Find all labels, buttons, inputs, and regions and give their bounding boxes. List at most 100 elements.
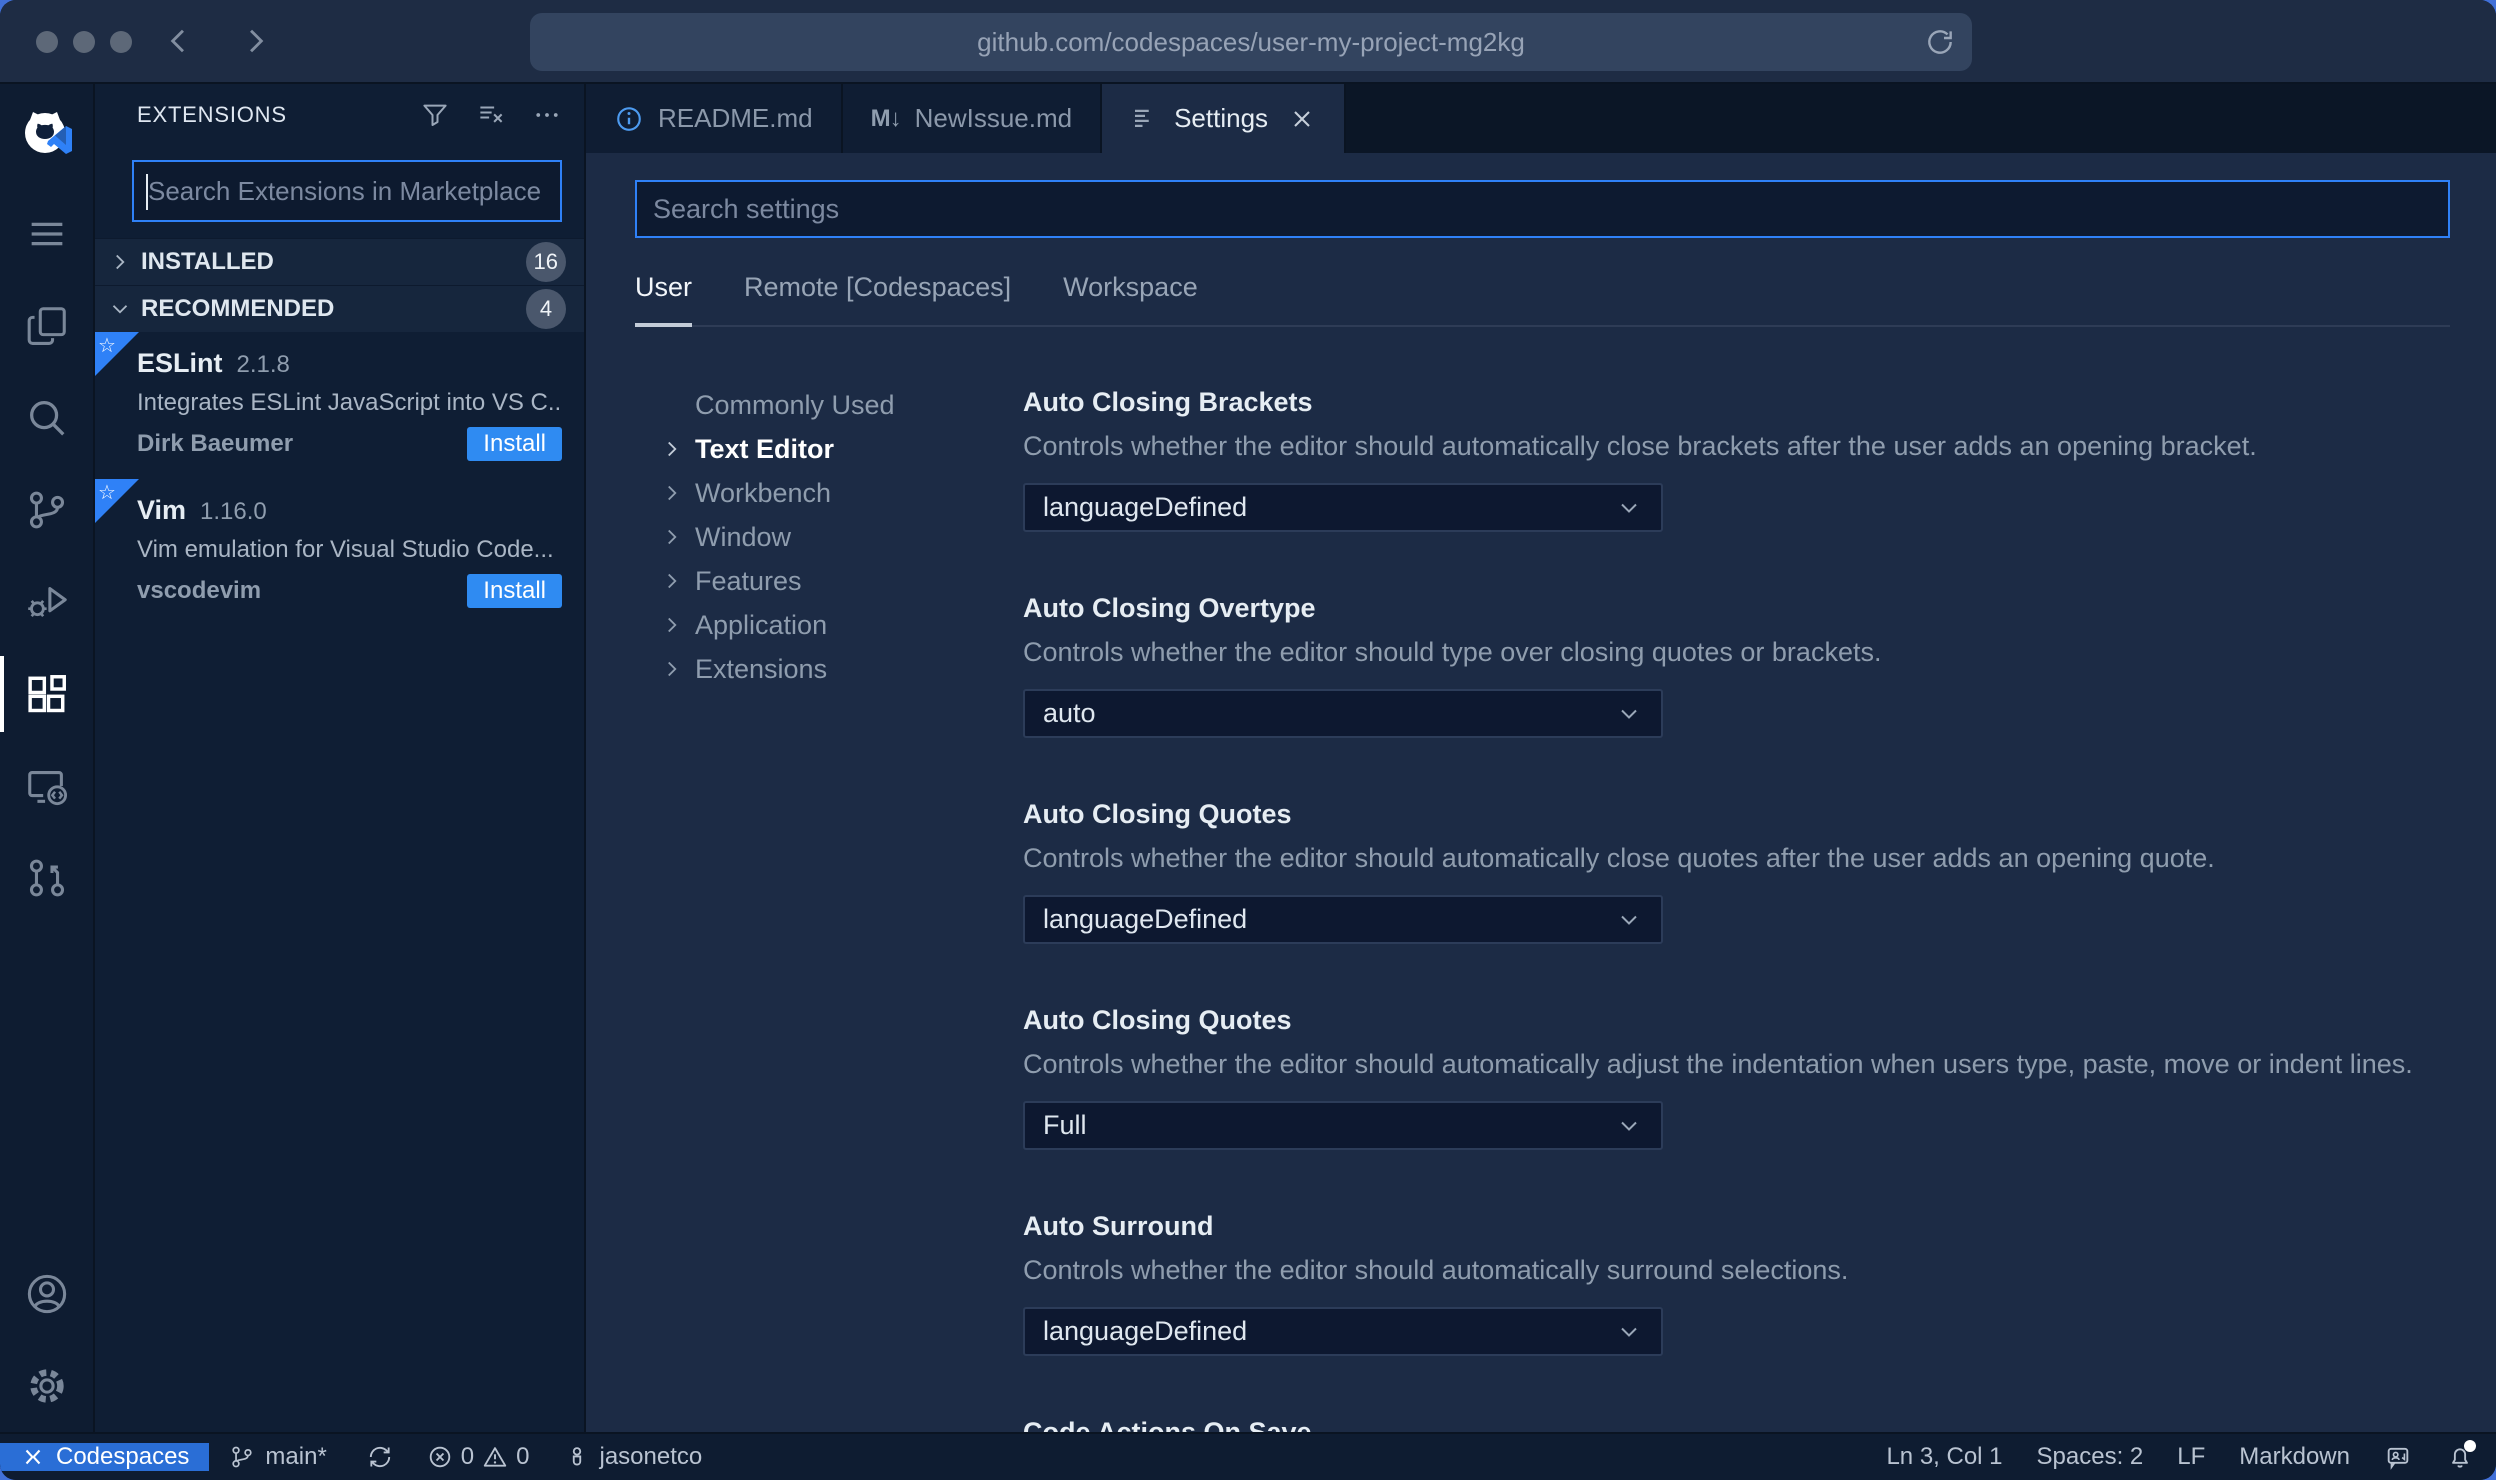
eol-status[interactable]: LF xyxy=(2177,1443,2205,1471)
activity-source-control[interactable] xyxy=(0,464,93,556)
text-caret xyxy=(146,174,148,210)
setting-select[interactable]: languageDefined xyxy=(1023,1307,1663,1356)
scope-tab-user[interactable]: User xyxy=(635,272,693,327)
toc-label: Features xyxy=(695,565,802,596)
warnings-icon xyxy=(482,1444,508,1470)
run-debug-icon xyxy=(24,579,70,625)
setting-auto-closing-brackets: Auto Closing Brackets Controls whether t… xyxy=(1023,385,2450,532)
branch-status[interactable]: main* xyxy=(209,1443,346,1471)
extension-name: ESLint xyxy=(137,348,223,378)
setting-description: Controls whether the editor should autom… xyxy=(1023,1049,2413,1079)
setting-select[interactable]: Full xyxy=(1023,1101,1663,1150)
activity-account[interactable] xyxy=(0,1248,93,1340)
close-window-button[interactable] xyxy=(36,31,58,53)
chevron-down-icon xyxy=(1615,906,1643,934)
indentation-status[interactable]: Spaces: 2 xyxy=(2037,1443,2144,1471)
activity-github-codespaces[interactable] xyxy=(0,84,93,188)
activity-run-debug[interactable] xyxy=(0,556,93,648)
tab-readme[interactable]: README.md xyxy=(586,84,843,153)
extensions-icon xyxy=(24,671,70,717)
setting-title: Auto Closing Brackets xyxy=(1023,387,1313,417)
notifications-status[interactable] xyxy=(2446,1440,2476,1471)
cursor-position[interactable]: Ln 3, Col 1 xyxy=(1886,1443,2002,1471)
setting-select[interactable]: languageDefined xyxy=(1023,895,1663,944)
activity-bar xyxy=(0,84,95,1432)
url-bar[interactable]: github.com/codespaces/user-my-project-mg… xyxy=(530,13,1972,71)
toc-extensions[interactable]: Extensions xyxy=(659,647,1023,691)
scope-tab-workspace[interactable]: Workspace xyxy=(1063,272,1198,303)
chevron-right-icon xyxy=(659,612,685,638)
maximize-window-button[interactable] xyxy=(110,31,132,53)
status-bar: Codespaces main* 0 0 jasonetco Ln 3, Col… xyxy=(0,1432,2496,1480)
settings-search-input[interactable] xyxy=(637,182,2448,236)
setting-select[interactable]: auto xyxy=(1023,689,1663,738)
scope-tab-remote[interactable]: Remote [Codespaces] xyxy=(744,272,1011,303)
toc-text-editor[interactable]: Text Editor xyxy=(659,427,1023,471)
activity-extensions[interactable] xyxy=(0,648,93,740)
extension-item-eslint[interactable]: ☆ ESLint 2.1.8 Integrates ESLint JavaScr… xyxy=(95,332,584,479)
setting-description: Controls whether the editor should autom… xyxy=(1023,843,2215,873)
activity-explorer[interactable] xyxy=(0,280,93,372)
chevron-down-icon xyxy=(1615,1318,1643,1346)
chevron-right-icon xyxy=(659,568,685,594)
extensions-sidebar: EXTENSIONS INSTALLED 16 RECOMMENDED 4 xyxy=(95,84,586,1432)
browser-titlebar: github.com/codespaces/user-my-project-mg… xyxy=(0,0,2496,84)
activity-settings[interactable] xyxy=(0,1340,93,1432)
extension-name: Vim xyxy=(137,495,187,525)
chevron-right-icon xyxy=(659,656,685,682)
setting-auto-closing-overtype: Auto Closing Overtype Controls whether t… xyxy=(1023,591,2450,738)
toc-window[interactable]: Window xyxy=(659,515,1023,559)
setting-code-actions-on-save: Code Actions On Save xyxy=(1023,1415,2450,1432)
chevron-right-icon xyxy=(659,436,685,462)
forward-icon[interactable] xyxy=(236,22,274,60)
notification-dot xyxy=(2464,1440,2476,1452)
editor-area: README.md M↓ NewIssue.md Settings User xyxy=(586,84,2496,1432)
tab-label: NewIssue.md xyxy=(914,103,1073,133)
extension-item-vim[interactable]: ☆ Vim 1.16.0 Vim emulation for Visual St… xyxy=(95,479,584,626)
editor-tabs: README.md M↓ NewIssue.md Settings xyxy=(586,84,2496,153)
tab-settings[interactable]: Settings xyxy=(1102,84,1347,153)
activity-search[interactable] xyxy=(0,372,93,464)
settings-list: Auto Closing Brackets Controls whether t… xyxy=(1023,383,2450,1432)
clear-extensions-icon[interactable] xyxy=(476,100,506,130)
toc-workbench[interactable]: Workbench xyxy=(659,471,1023,515)
extensions-search-input[interactable] xyxy=(134,162,560,220)
problems-status[interactable]: 0 0 xyxy=(413,1443,544,1471)
user-status[interactable]: jasonetco xyxy=(544,1443,723,1471)
tab-label: README.md xyxy=(658,103,813,133)
sidebar-header: EXTENSIONS xyxy=(95,84,584,146)
more-actions-icon[interactable] xyxy=(532,100,562,130)
setting-description: Controls whether the editor should autom… xyxy=(1023,1255,1849,1285)
language-mode[interactable]: Markdown xyxy=(2239,1443,2350,1471)
remote-indicator[interactable]: Codespaces xyxy=(0,1443,210,1471)
sync-status[interactable] xyxy=(347,1444,413,1470)
chevron-right-icon xyxy=(107,249,133,275)
close-tab-icon[interactable] xyxy=(1288,105,1316,133)
settings-scope-tabs: User Remote [Codespaces] Workspace xyxy=(635,272,2450,327)
toc-commonly-used[interactable]: Commonly Used xyxy=(659,383,1023,427)
filter-icon[interactable] xyxy=(420,100,450,130)
person-icon xyxy=(564,1444,590,1470)
section-count-badge: 16 xyxy=(525,242,566,282)
install-button[interactable]: Install xyxy=(467,427,562,461)
select-value: languageDefined xyxy=(1043,492,1248,522)
tab-newissue[interactable]: M↓ NewIssue.md xyxy=(842,84,1103,153)
activity-menu[interactable] xyxy=(0,188,93,280)
section-count-badge: 4 xyxy=(526,289,566,329)
section-installed[interactable]: INSTALLED 16 xyxy=(95,238,584,285)
install-button[interactable]: Install xyxy=(467,574,562,608)
activity-remote-explorer[interactable] xyxy=(0,740,93,832)
settings-toc: Commonly Used Text Editor Workbench Wind… xyxy=(635,383,1023,1432)
feedback-icon[interactable] xyxy=(2384,1443,2412,1471)
section-recommended[interactable]: RECOMMENDED 4 xyxy=(95,285,584,332)
setting-select[interactable]: languageDefined xyxy=(1023,483,1663,532)
sync-icon xyxy=(367,1444,393,1470)
activity-pull-requests[interactable] xyxy=(0,832,93,924)
minimize-window-button[interactable] xyxy=(73,31,95,53)
reload-icon[interactable] xyxy=(1924,26,1956,58)
sidebar-header-actions xyxy=(420,100,562,130)
toc-features[interactable]: Features xyxy=(659,559,1023,603)
toc-application[interactable]: Application xyxy=(659,603,1023,647)
back-icon[interactable] xyxy=(160,22,198,60)
select-value: auto xyxy=(1043,698,1096,728)
